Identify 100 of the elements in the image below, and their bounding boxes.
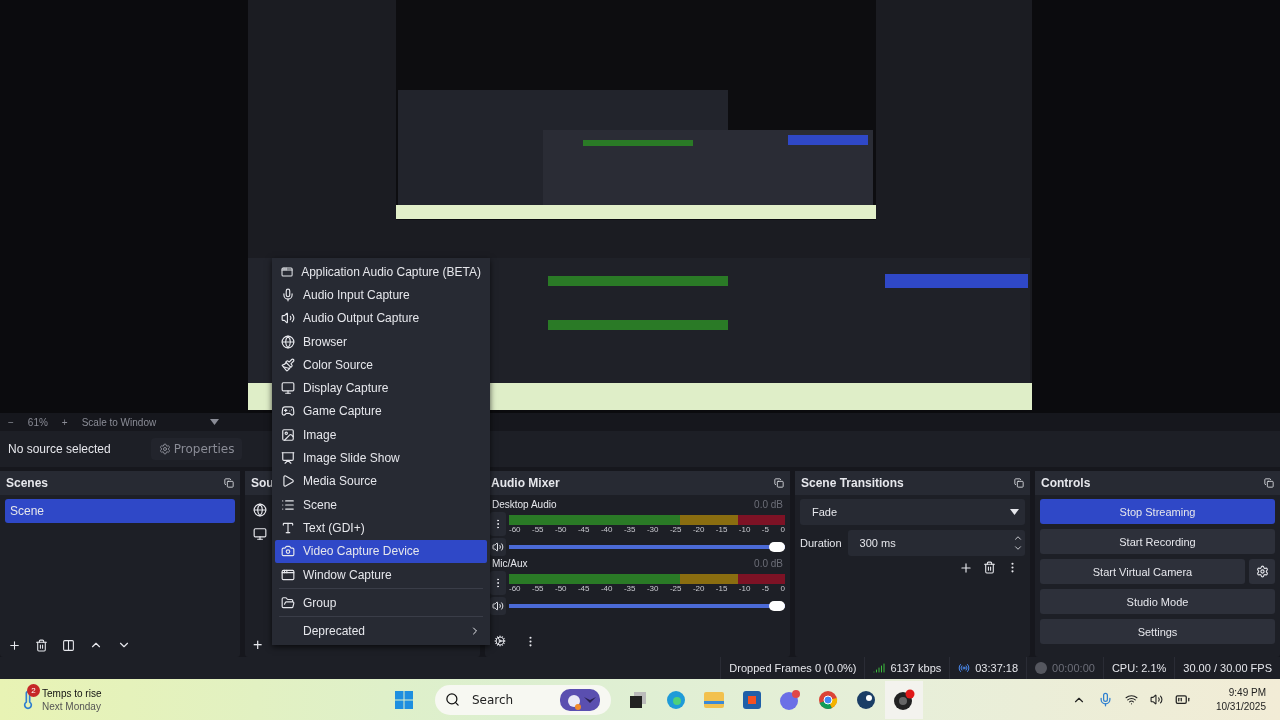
cpu-usage: CPU: 2.1% [1111,662,1167,674]
globe-icon [281,334,295,349]
clock[interactable]: 9:49 PM 10/31/2025 [1215,685,1266,714]
search-icon [445,692,460,707]
virtual-camera-settings-button[interactable] [1249,559,1275,584]
scale-mode-dropdown[interactable]: Scale to Window [81,416,157,428]
recorder-app-icon[interactable] [885,680,923,719]
transition-dropdown[interactable]: Fade [800,499,1025,525]
presentation-icon [281,451,295,465]
duration-label: Duration [800,537,842,549]
meter-tick-label: -60 [509,524,521,534]
control-button[interactable]: Start Recording [1040,529,1275,554]
volume-slider[interactable] [509,542,785,552]
meter-tick-label: -25 [669,524,682,534]
menu-item[interactable]: Game Capture [275,399,487,424]
control-button[interactable]: Studio Mode [1040,589,1275,614]
menu-item[interactable]: Text (GDI+) [275,516,487,540]
broadcast-icon [958,662,971,674]
gear-icon [158,443,171,455]
menu-item[interactable]: Color Source [275,353,487,377]
menu-item[interactable]: Image [275,423,487,447]
menu-item[interactable]: Display Capture [275,376,487,400]
list-icon [281,497,295,512]
image-icon [281,427,295,442]
source-status: No source selected [8,442,111,456]
menu-item[interactable]: Deprecated [275,619,487,643]
mute-button[interactable] [490,597,506,615]
meter-tick-label: -15 [715,583,728,593]
control-button[interactable]: Stop Streaming [1040,499,1275,524]
channel-name: Mic/Aux [492,558,528,569]
menu-item[interactable]: Group [275,591,487,615]
four-squares-icon [395,690,413,709]
taskbar-search-bar[interactable]: Search [435,684,611,715]
meter-tick-label: -10 [738,524,751,534]
meter-tick-label: 0 [780,583,785,593]
add-icon[interactable] [8,638,21,652]
stream-time: 03:37:18 [975,662,1019,674]
volume-slider[interactable] [509,601,785,611]
menu-item[interactable]: Video Capture Device [275,539,487,563]
speaker-icon[interactable] [1149,693,1163,706]
control-button[interactable]: Start Virtual Camera [1040,559,1245,584]
gamepad-icon [281,404,295,419]
meter-tick-label: -5 [761,524,769,534]
meter-tick-label: -10 [738,583,751,593]
bitrate: 6137 kbps [890,662,942,674]
gear-icon[interactable] [494,635,506,647]
weather-subline: Next Monday [42,699,102,713]
dock-title: Scenes [6,476,49,490]
zoom-out-button[interactable]: − [8,416,14,428]
zoom-in-button[interactable]: + [61,416,68,428]
meter-tick-label: -5 [761,583,769,593]
meter-tick-label: -30 [646,524,659,534]
control-button[interactable]: Settings [1040,619,1275,644]
weather-widget[interactable]: 2 Temps to rise Next Monday [0,686,385,713]
undock-icon[interactable] [1264,478,1274,488]
meter-tick-label: -20 [692,583,705,593]
monitor-icon [281,381,295,396]
menu-item[interactable]: Window Capture [275,562,487,587]
menu-item[interactable]: Application Audio Capture (BETA) [275,260,487,284]
meter-tick-label: -60 [509,583,521,593]
duration-field[interactable]: 300 ms [847,530,1025,556]
menu-item[interactable]: Audio Input Capture [275,283,487,307]
add-source-button[interactable]: + [253,636,263,654]
caret-icon[interactable] [210,419,220,425]
mute-button[interactable] [490,538,506,556]
meter-tick-label: -35 [623,524,636,534]
speaker-icon [281,311,295,326]
meter-tick-label: -55 [532,583,544,593]
increment-icon[interactable] [1013,533,1023,543]
menu-item[interactable]: Browser [275,329,487,354]
meter-tick-label: -50 [554,583,567,593]
speaker-icon [492,600,504,612]
wifi-icon[interactable] [1124,693,1138,706]
meter-tick-label: -40 [600,524,613,534]
meter-tick-label: -45 [577,583,590,593]
menu-item[interactable]: Scene [275,492,487,517]
add-icon[interactable] [959,561,973,575]
camera-icon [281,544,295,559]
text-icon [281,520,295,535]
play-icon [281,474,295,489]
undock-icon[interactable] [1014,478,1024,488]
meter-tick-label: -50 [554,524,567,534]
undock-icon[interactable] [774,478,784,488]
trash-icon[interactable] [35,638,48,652]
search-field[interactable]: Search [470,691,550,708]
scene-item[interactable]: Scene [5,499,235,523]
menu-item[interactable]: Image Slide Show [275,446,487,470]
trash-icon[interactable] [983,561,996,574]
meter-tick-label: -35 [623,583,636,593]
microphone-icon[interactable] [1097,692,1113,707]
meter-tick-label: -45 [577,524,590,534]
microphone-icon [281,287,295,302]
properties-button[interactable]: Properties [150,438,243,460]
menu-item[interactable]: Audio Output Capture [275,306,487,330]
caret-icon [1010,509,1019,515]
menu-item[interactable]: Media Source [275,469,487,493]
decrement-icon[interactable] [1013,543,1023,553]
battery-icon[interactable] [1174,692,1190,707]
channel-name: Desktop Audio [492,499,557,510]
undock-icon[interactable] [224,478,234,488]
